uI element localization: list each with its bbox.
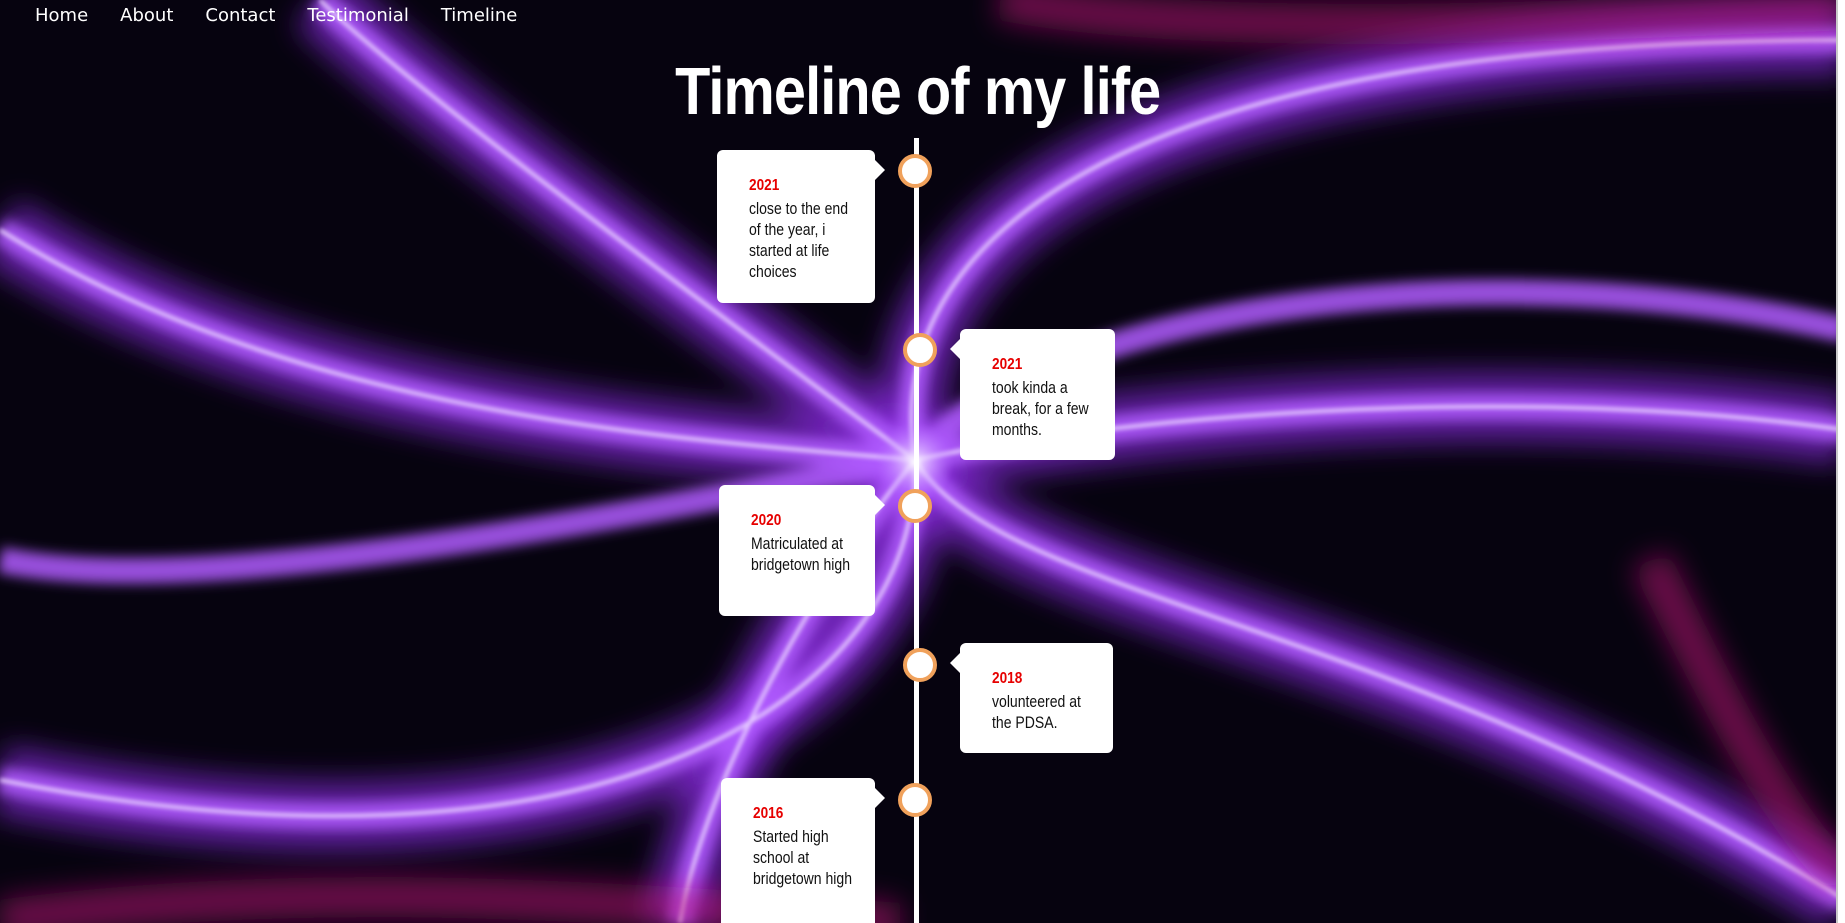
nav-home-link[interactable]: Home xyxy=(35,5,88,27)
timeline-event-card: 2018 volunteered at the PDSA. xyxy=(950,643,1113,753)
event-year: 2016 xyxy=(753,805,784,822)
timeline-event-card: 2021 took kinda a break, for a few month… xyxy=(950,329,1115,460)
event-description: took kinda a break, for a few months. xyxy=(992,379,1089,439)
event-description: Matriculated at bridgetown high xyxy=(751,535,851,574)
timeline-event-card: 2020 Matriculated at bridgetown high xyxy=(719,485,885,616)
event-year: 2020 xyxy=(751,512,782,529)
event-year: 2021 xyxy=(749,177,780,194)
page-title: Timeline of my life xyxy=(675,54,1161,129)
nav-contact-link[interactable]: Contact xyxy=(205,5,275,27)
event-description: close to the end of the year, i started … xyxy=(749,200,849,281)
timeline-event-card: 2021 close to the end of the year, i sta… xyxy=(717,150,885,303)
timeline-dot xyxy=(898,783,932,817)
page: Home About Contact Testimonial Timeline … xyxy=(0,0,1845,923)
timeline-dot xyxy=(898,154,932,188)
scrollbar[interactable] xyxy=(1838,0,1845,923)
timeline-dot xyxy=(898,489,932,523)
event-year: 2018 xyxy=(992,670,1023,687)
nav-timeline-link[interactable]: Timeline xyxy=(441,5,518,27)
timeline-event-card: 2016 Started high school at bridgetown h… xyxy=(721,778,885,923)
event-year: 2021 xyxy=(992,356,1023,373)
nav-about-link[interactable]: About xyxy=(120,5,173,27)
nav-testimonial-link[interactable]: Testimonial xyxy=(307,5,408,27)
timeline-dot xyxy=(903,648,937,682)
timeline-dot xyxy=(903,333,937,367)
top-nav: Home About Contact Testimonial Timeline xyxy=(35,5,549,27)
event-description: Started high school at bridgetown high xyxy=(753,828,853,888)
event-description: volunteered at the PDSA. xyxy=(992,693,1081,732)
